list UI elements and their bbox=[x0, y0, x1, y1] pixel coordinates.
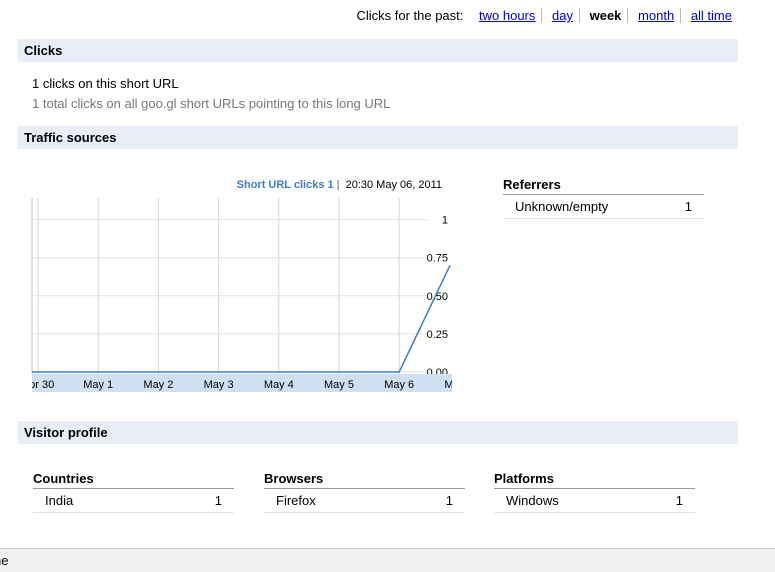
platforms-table: Platforms Windows 1 bbox=[494, 471, 695, 513]
period-selector: Clicks for the past: two hours day week … bbox=[356, 8, 732, 23]
country-name: India bbox=[45, 493, 74, 508]
short-url-clicks-text: 1 clicks on this short URL bbox=[32, 76, 179, 91]
chart-y-tick-label-1: 0.75 bbox=[427, 253, 448, 265]
period-day-link[interactable]: day bbox=[546, 8, 580, 23]
browser-status-bar: ne bbox=[0, 548, 775, 572]
chart-legend-separator: | bbox=[336, 179, 340, 191]
chart-x-tick-label-0: Apr 30 bbox=[26, 379, 54, 391]
visitor-profile-header: Visitor profile bbox=[18, 421, 738, 444]
platform-name: Windows bbox=[506, 493, 559, 508]
period-two-hours-link[interactable]: two hours bbox=[473, 8, 543, 23]
platform-count: 1 bbox=[675, 493, 683, 508]
browsers-table: Browsers Firefox 1 bbox=[264, 471, 465, 513]
chart-y-tick-label-0: 1 bbox=[442, 215, 448, 227]
clicks-section-header: Clicks bbox=[18, 39, 738, 62]
countries-title: Countries bbox=[33, 471, 234, 489]
period-all-time-link[interactable]: all time bbox=[685, 8, 732, 23]
status-bar-text: ne bbox=[0, 553, 9, 568]
country-count: 1 bbox=[214, 493, 222, 508]
traffic-chart-svg: 10.750.500.250.00Apr 30May 1May 2May 3Ma… bbox=[26, 198, 456, 392]
table-row: India 1 bbox=[33, 489, 234, 513]
traffic-sources-header: Traffic sources bbox=[18, 126, 738, 149]
chart-x-tick-label-5: May 5 bbox=[324, 379, 354, 391]
table-row: Windows 1 bbox=[494, 489, 695, 513]
chart-x-tick-label-1: May 1 bbox=[83, 379, 113, 391]
table-row: Unknown/empty 1 bbox=[503, 195, 704, 219]
chart-y-tick-label-3: 0.25 bbox=[427, 329, 448, 341]
referrers-title: Referrers bbox=[503, 177, 704, 195]
browser-count: 1 bbox=[445, 493, 453, 508]
platforms-title: Platforms bbox=[494, 471, 695, 489]
chart-x-tick-label-7: May 7 bbox=[444, 379, 456, 391]
countries-table: Countries India 1 bbox=[33, 471, 234, 513]
total-clicks-text: 1 total clicks on all goo.gl short URLs … bbox=[32, 96, 391, 111]
table-row: Firefox 1 bbox=[264, 489, 465, 513]
referrer-name: Unknown/empty bbox=[515, 199, 609, 214]
chart-series-name: Short URL clicks bbox=[236, 179, 325, 191]
chart-timestamp: 20:30 May 06, 2011 bbox=[345, 179, 442, 191]
chart-x-tick-label-4: May 4 bbox=[264, 379, 294, 391]
chart-legend: Short URL clicks 1 | 20:30 May 06, 2011 bbox=[237, 179, 442, 191]
referrer-count: 1 bbox=[684, 199, 692, 214]
traffic-chart: 10.750.500.250.00Apr 30May 1May 2May 3Ma… bbox=[26, 172, 456, 396]
period-week-selected: week bbox=[583, 8, 629, 23]
chart-x-tick-label-6: May 6 bbox=[384, 379, 414, 391]
chart-x-tick-label-3: May 3 bbox=[204, 379, 234, 391]
referrers-table: Referrers Unknown/empty 1 bbox=[503, 177, 704, 219]
period-month-link[interactable]: month bbox=[632, 8, 682, 23]
chart-series-value: 1 bbox=[327, 179, 334, 191]
browsers-title: Browsers bbox=[264, 471, 465, 489]
chart-plot-area bbox=[32, 198, 450, 374]
chart-x-tick-label-2: May 2 bbox=[143, 379, 173, 391]
period-label: Clicks for the past: bbox=[356, 8, 464, 23]
browser-name: Firefox bbox=[276, 493, 316, 508]
